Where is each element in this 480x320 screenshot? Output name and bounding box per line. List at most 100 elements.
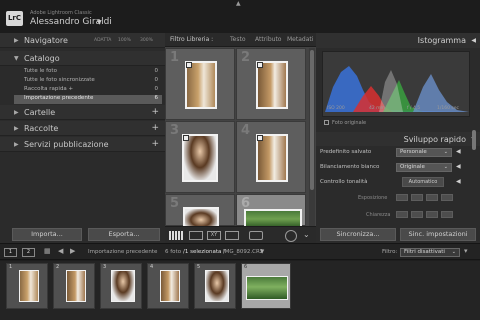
- add-folder-icon[interactable]: +: [151, 107, 159, 117]
- filter-tab-text[interactable]: Testo: [230, 36, 246, 43]
- filter-dropdown-value: Filtri disattivati: [404, 249, 445, 255]
- photo-thumbnail: [185, 61, 217, 109]
- photo-thumbnail: [19, 270, 39, 302]
- sync-button[interactable]: Sincronizza...: [320, 228, 396, 241]
- add-publish-service-icon[interactable]: +: [151, 139, 159, 149]
- grid-view-icon[interactable]: [169, 231, 183, 240]
- grid-cell-6-selected[interactable]: 6: [236, 194, 306, 227]
- catalog-item-label: Tutte le foto sincronizzate: [24, 77, 95, 83]
- clarity-increase-large-button[interactable]: [441, 211, 453, 218]
- survey-view-icon[interactable]: [225, 231, 239, 240]
- collapse-triangle-icon[interactable]: ◀: [471, 37, 476, 44]
- expand-triangle-icon[interactable]: ▶: [14, 125, 19, 132]
- iso-value: ISO 200: [327, 106, 345, 111]
- filmstrip-cell-6-selected[interactable]: 6: [241, 263, 291, 309]
- filmstrip-cell-5[interactable]: 5: [194, 263, 236, 309]
- cell-number: 5: [197, 264, 201, 270]
- filmstrip-cell-1[interactable]: 1: [6, 263, 48, 309]
- cell-number: 2: [241, 50, 251, 65]
- cell-number: 5: [170, 196, 180, 211]
- auto-tone-button[interactable]: Automatico: [402, 177, 444, 187]
- compare-view-icon[interactable]: XY: [207, 231, 221, 240]
- exposure-increase-button[interactable]: [426, 194, 438, 201]
- navigator-label: Navigatore: [24, 36, 68, 45]
- export-button[interactable]: Esporta...: [88, 228, 160, 241]
- people-view-icon[interactable]: [249, 231, 263, 240]
- photo-thumbnail: [256, 61, 288, 109]
- filter-tab-attribute[interactable]: Attributo: [255, 36, 281, 43]
- grid-icon[interactable]: ▦: [44, 247, 51, 255]
- preset-dropdown[interactable]: Personale ⌄: [396, 148, 452, 157]
- quick-develop-header[interactable]: Sviluppo rapido ▼: [316, 132, 480, 146]
- toolbar-menu-chevron-icon[interactable]: ⌄: [303, 230, 310, 239]
- clarity-increase-button[interactable]: [426, 211, 438, 218]
- white-balance-dropdown[interactable]: Originale ⌄: [396, 163, 452, 172]
- edit-badge-icon: [186, 62, 192, 68]
- exposure-decrease-large-button[interactable]: [396, 194, 408, 201]
- painter-icon[interactable]: [285, 230, 297, 242]
- catalog-item-label: Tutte le foto: [24, 68, 57, 74]
- publish-services-label: Servizi pubblicazione: [24, 140, 109, 149]
- nav-100-option[interactable]: 100%: [118, 38, 131, 43]
- file-name: IMG_8092.CR2: [223, 249, 264, 255]
- histogram-header[interactable]: Istogramma ◀: [316, 33, 480, 48]
- scrollbar-thumb[interactable]: [310, 50, 314, 190]
- user-menu-caret-icon[interactable]: ▼: [97, 19, 102, 26]
- catalog-item-label: Raccolta rapida +: [24, 86, 74, 92]
- grid-scrollbar[interactable]: [309, 48, 315, 226]
- grid-cell-1[interactable]: 1: [165, 48, 235, 120]
- collections-section-header[interactable]: ▶ Raccolte +: [0, 121, 165, 136]
- add-collection-icon[interactable]: +: [151, 123, 159, 133]
- expand-triangle-icon[interactable]: ▶: [14, 141, 19, 148]
- filter-lock-icon[interactable]: ▾: [464, 247, 468, 255]
- back-arrow-icon[interactable]: ◀: [58, 247, 63, 255]
- tone-expand-icon[interactable]: ◀: [456, 178, 461, 185]
- cell-number: 2: [56, 264, 60, 270]
- edit-badge-icon: [183, 135, 189, 141]
- nav-300-option[interactable]: 300%: [140, 38, 153, 43]
- exposure-decrease-button[interactable]: [411, 194, 423, 201]
- cell-number: 4: [241, 123, 251, 138]
- catalog-section-header[interactable]: ▼ Catalogo: [0, 51, 165, 66]
- navigator-section-header[interactable]: ▶ Navigatore ADATTA 100% 300%: [0, 33, 165, 48]
- source-label[interactable]: Importazione precedente: [88, 249, 157, 255]
- filmstrip-cell-3[interactable]: 3: [100, 263, 142, 309]
- original-photo-checkbox[interactable]: [324, 120, 329, 125]
- expand-triangle-icon[interactable]: ▶: [14, 37, 19, 44]
- filmstrip-cell-4[interactable]: 4: [147, 263, 189, 309]
- expand-triangle-icon[interactable]: ▶: [14, 109, 19, 116]
- filter-dropdown[interactable]: Filtri disattivati ⌄: [400, 248, 460, 257]
- main-window-button[interactable]: 1: [4, 248, 17, 257]
- preset-expand-icon[interactable]: ◀: [456, 148, 461, 155]
- grid-cell-2[interactable]: 2: [236, 48, 306, 120]
- white-balance-dropdown-value: Originale: [400, 164, 425, 170]
- publish-services-section-header[interactable]: ▶ Servizi pubblicazione +: [0, 137, 165, 152]
- folders-label: Cartelle: [24, 108, 56, 117]
- grid-cell-4[interactable]: 4: [236, 121, 306, 193]
- exposure-increase-large-button[interactable]: [441, 194, 453, 201]
- right-panel-scrollbar[interactable]: [472, 130, 476, 150]
- collapse-triangle-icon[interactable]: ▼: [14, 55, 19, 62]
- grid-cell-3[interactable]: 3: [165, 121, 235, 193]
- import-button[interactable]: Importa...: [12, 228, 82, 241]
- file-name-caret-icon[interactable]: ▼: [260, 249, 264, 255]
- collapse-top-icon[interactable]: ▲: [236, 0, 241, 7]
- sync-settings-button[interactable]: Sinc. impostazioni: [400, 228, 476, 241]
- filter-tab-metadata[interactable]: Metadati: [287, 36, 313, 43]
- loupe-view-icon[interactable]: [189, 231, 203, 240]
- second-window-button[interactable]: 2: [22, 248, 35, 257]
- folders-section-header[interactable]: ▶ Cartelle +: [0, 105, 165, 120]
- white-balance-expand-icon[interactable]: ◀: [456, 163, 461, 170]
- clarity-decrease-button[interactable]: [411, 211, 423, 218]
- catalog-item-previous-import[interactable]: Importazione precedente 6: [14, 95, 162, 104]
- forward-arrow-icon[interactable]: ▶: [70, 247, 75, 255]
- filmstrip-cell-2[interactable]: 2: [53, 263, 95, 309]
- cell-number: 1: [9, 264, 13, 270]
- grid-cell-5[interactable]: 5: [165, 194, 235, 227]
- nav-fit-option[interactable]: ADATTA: [94, 38, 111, 43]
- cell-number: 1: [170, 50, 180, 65]
- clarity-decrease-large-button[interactable]: [396, 211, 408, 218]
- catalog-item-all-photos[interactable]: Tutte le foto 0: [14, 68, 162, 77]
- catalog-item-quick-collection[interactable]: Raccolta rapida + 0: [14, 86, 162, 95]
- catalog-item-synced[interactable]: Tutte le foto sincronizzate 0: [14, 77, 162, 86]
